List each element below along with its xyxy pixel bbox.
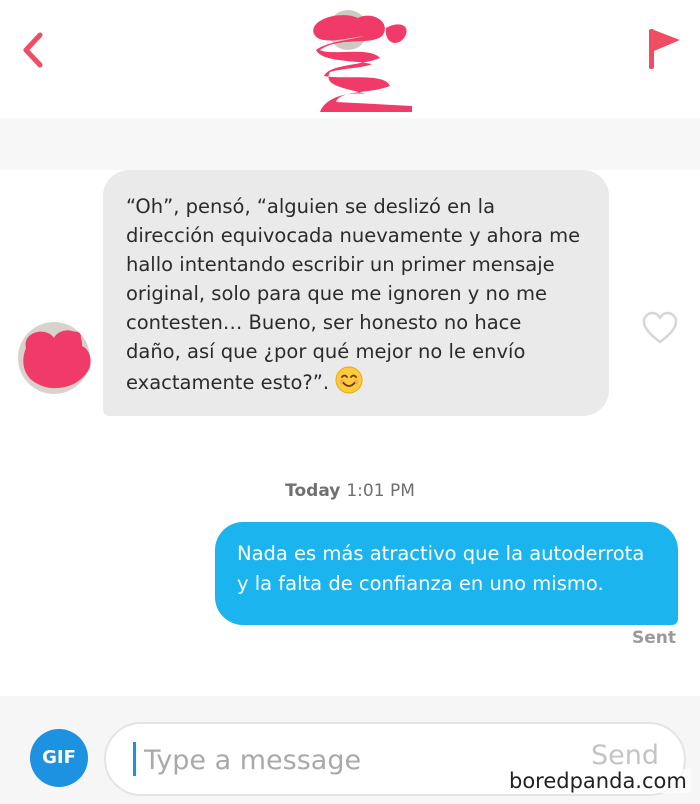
- timestamp-time: 1:01 PM: [346, 481, 415, 501]
- back-button[interactable]: [14, 30, 54, 70]
- sent-status: Sent: [631, 628, 676, 648]
- report-button[interactable]: [644, 26, 684, 72]
- heart-outline-icon: [642, 311, 678, 344]
- like-message-button[interactable]: [641, 310, 679, 346]
- incoming-message-bubble[interactable]: “Oh”, pensó, “alguien se deslizó en la d…: [103, 170, 609, 416]
- send-button[interactable]: Send: [591, 740, 659, 771]
- watermark: boredpanda.com: [505, 769, 691, 793]
- gif-button[interactable]: GIF: [30, 729, 88, 787]
- chat-screen: “Oh”, pensó, “alguien se deslizó en la d…: [0, 0, 700, 804]
- header-divider-band: [0, 118, 700, 170]
- outgoing-message-text: Nada es más atractivo que la autoderrota…: [237, 542, 645, 595]
- text-cursor: [133, 742, 136, 776]
- flag-icon: [649, 29, 680, 69]
- timestamp-day: Today: [285, 481, 341, 501]
- chat-header: [0, 0, 700, 118]
- match-avatar[interactable]: [300, 6, 424, 113]
- message-input[interactable]: [142, 736, 546, 784]
- chevron-left-icon: [23, 32, 43, 68]
- outgoing-message-bubble[interactable]: Nada es más atractivo que la autoderrota…: [215, 522, 678, 625]
- smiling-face-icon: [335, 366, 363, 398]
- message-timestamp: Today 1:01 PM: [0, 481, 700, 501]
- incoming-message-text: “Oh”, pensó, “alguien se deslizó en la d…: [126, 195, 581, 394]
- sender-avatar[interactable]: [12, 318, 98, 396]
